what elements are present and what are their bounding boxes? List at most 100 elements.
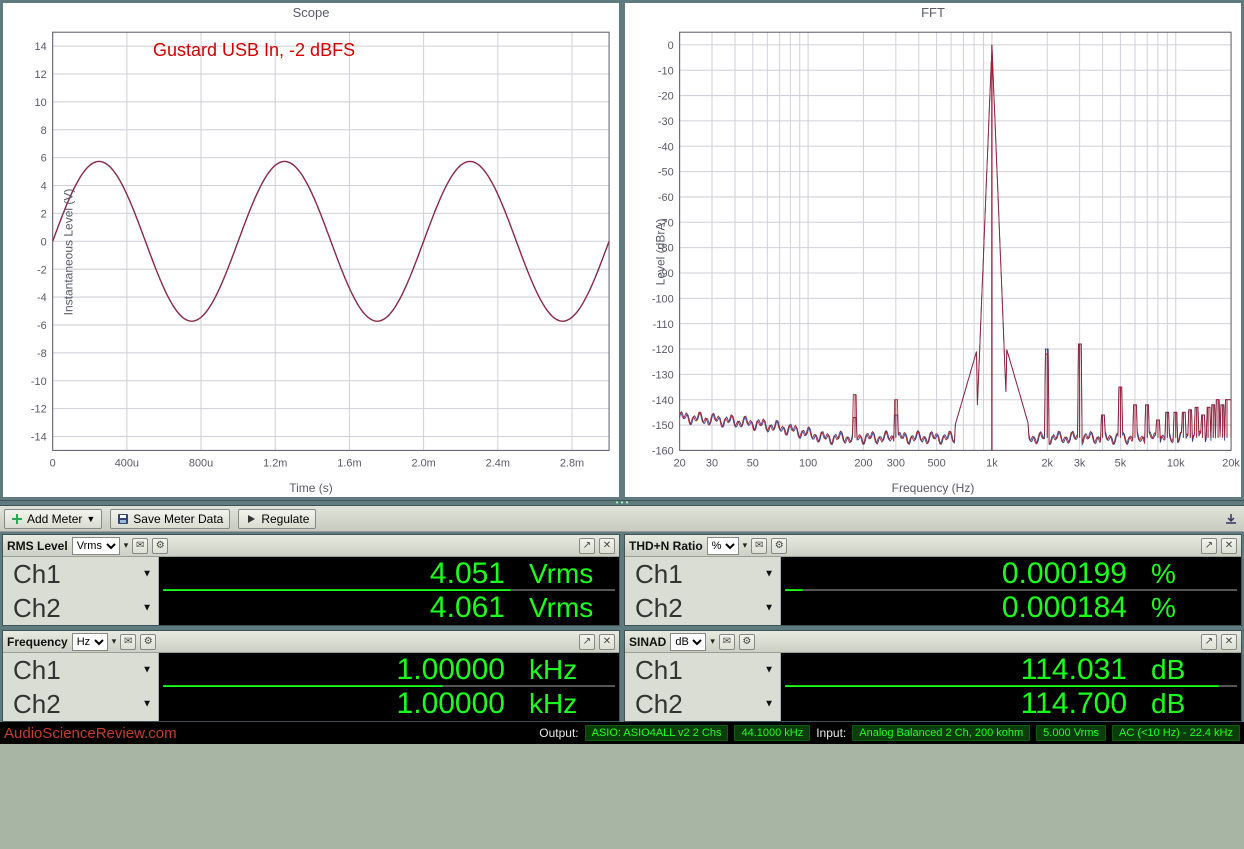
save-meter-label: Save Meter Data	[133, 512, 223, 526]
plus-icon	[11, 513, 23, 525]
scope-plot-area[interactable]: Instantaneous Level (V) Gustard USB In, …	[3, 22, 619, 481]
freq-ch2-label[interactable]: Ch2▼	[3, 687, 159, 721]
envelope-icon[interactable]: ✉	[120, 634, 136, 650]
gear-icon[interactable]: ⚙	[771, 538, 787, 554]
thdn-ch1-readout: 0.000199 %	[781, 557, 1241, 591]
svg-text:-130: -130	[652, 369, 674, 381]
sinad-title: SINAD	[629, 635, 666, 649]
svg-text:100: 100	[799, 458, 817, 470]
svg-text:20: 20	[674, 458, 686, 470]
popout-icon[interactable]: ↗	[579, 538, 595, 554]
svg-text:-6: -6	[37, 320, 47, 332]
popout-icon[interactable]: ↗	[579, 634, 595, 650]
fft-plot-area[interactable]: Level (dBrA) 0-10-20-30-40-50-60-70-80-9…	[625, 22, 1241, 481]
input-label: Input:	[816, 726, 846, 740]
rms-ch1-label[interactable]: Ch1▼	[3, 557, 159, 591]
svg-text:50: 50	[747, 458, 759, 470]
popout-icon[interactable]: ↗	[1201, 634, 1217, 650]
gear-icon[interactable]: ⚙	[140, 634, 156, 650]
rms-unit-select[interactable]: Vrms	[72, 537, 120, 555]
svg-text:400u: 400u	[115, 458, 139, 470]
thdn-ch2-label[interactable]: Ch2▼	[625, 591, 781, 625]
sinad-ch1-unit: dB	[1151, 654, 1231, 686]
add-meter-label: Add Meter	[27, 512, 82, 526]
close-icon[interactable]: ✕	[1221, 634, 1237, 650]
chevron-down-icon: ▼	[142, 665, 152, 676]
freq-ch1-readout: 1.00000 kHz	[159, 653, 619, 687]
scope-chart: -14-12-10-8-6-4-2024681012140400u800u1.2…	[3, 22, 619, 481]
chevron-down-icon: ▼	[764, 569, 774, 580]
dropdown-caret-icon[interactable]: ▾	[112, 636, 117, 647]
rms-ch1-readout: 4.051 Vrms	[159, 557, 619, 591]
freq-ch1-unit: kHz	[529, 654, 609, 686]
meter-toolbar: Add Meter ▼ Save Meter Data Regulate	[0, 506, 1244, 532]
thdn-ch2-unit: %	[1151, 592, 1231, 624]
save-meter-button[interactable]: Save Meter Data	[110, 509, 230, 529]
dropdown-caret-icon: ▼	[86, 514, 95, 524]
popout-icon[interactable]: ↗	[1201, 538, 1217, 554]
gear-icon[interactable]: ⚙	[739, 634, 755, 650]
svg-text:-100: -100	[652, 293, 674, 305]
svg-text:3k: 3k	[1074, 458, 1086, 470]
sinad-ch2-value: 114.700	[1021, 687, 1127, 721]
gear-icon[interactable]: ⚙	[152, 538, 168, 554]
scope-title: Scope	[3, 3, 619, 22]
svg-text:1k: 1k	[986, 458, 998, 470]
sinad-ch1-label[interactable]: Ch1▼	[625, 653, 781, 687]
thdn-unit-select[interactable]: %	[707, 537, 739, 555]
svg-text:-10: -10	[31, 376, 47, 388]
thdn-ch1-label[interactable]: Ch1▼	[625, 557, 781, 591]
close-icon[interactable]: ✕	[599, 634, 615, 650]
svg-text:2.8m: 2.8m	[560, 458, 584, 470]
freq-unit-select[interactable]: Hz	[72, 633, 108, 651]
input-level[interactable]: 5.000 Vrms	[1036, 725, 1106, 741]
sinad-meter: SINAD dB ▾ ✉ ⚙ ↗ ✕ Ch1▼ 114.031 dB	[624, 630, 1242, 722]
envelope-icon[interactable]: ✉	[132, 538, 148, 554]
chevron-down-icon: ▼	[142, 569, 152, 580]
scope-ylabel: Instantaneous Level (V)	[61, 188, 75, 315]
svg-text:-8: -8	[37, 348, 47, 360]
output-device[interactable]: ASIO: ASIO4ALL v2 2 Chs	[585, 725, 729, 741]
svg-text:2: 2	[41, 208, 47, 220]
sinad-ch1-value: 114.031	[1021, 653, 1127, 687]
rms-ch1-unit: Vrms	[529, 558, 609, 590]
svg-text:-120: -120	[652, 344, 674, 356]
svg-text:4: 4	[41, 181, 47, 193]
svg-text:-20: -20	[658, 91, 674, 103]
close-icon[interactable]: ✕	[599, 538, 615, 554]
add-meter-button[interactable]: Add Meter ▼	[4, 509, 102, 529]
sinad-ch1-readout: 114.031 dB	[781, 653, 1241, 687]
rms-ch2-label[interactable]: Ch2▼	[3, 591, 159, 625]
envelope-icon[interactable]: ✉	[719, 634, 735, 650]
sinad-ch2-label[interactable]: Ch2▼	[625, 687, 781, 721]
svg-text:800u: 800u	[189, 458, 213, 470]
close-icon[interactable]: ✕	[1221, 538, 1237, 554]
chevron-down-icon: ▼	[764, 699, 774, 710]
download-icon[interactable]	[1224, 512, 1238, 526]
sinad-unit-select[interactable]: dB	[670, 633, 706, 651]
output-rate[interactable]: 44.1000 kHz	[734, 725, 810, 741]
thdn-ch2-value: 0.000184	[1002, 591, 1127, 625]
status-bar: AudioScienceReview.com Output: ASIO: ASI…	[0, 722, 1244, 744]
input-bandwidth[interactable]: AC (<10 Hz) - 22.4 kHz	[1112, 725, 1240, 741]
input-device[interactable]: Analog Balanced 2 Ch, 200 kohm	[852, 725, 1030, 741]
envelope-icon[interactable]: ✉	[751, 538, 767, 554]
regulate-button[interactable]: Regulate	[238, 509, 316, 529]
thdn-ch1-value: 0.000199	[1002, 557, 1127, 591]
chevron-down-icon: ▼	[764, 665, 774, 676]
svg-text:300: 300	[887, 458, 905, 470]
thdn-ch2-readout: 0.000184 %	[781, 591, 1241, 625]
freq-ch1-label[interactable]: Ch1▼	[3, 653, 159, 687]
svg-text:10: 10	[35, 97, 47, 109]
fft-panel: FFT Level (dBrA) 0-10-20-30-40-50-60-70-…	[624, 2, 1242, 498]
dropdown-caret-icon[interactable]: ▾	[743, 540, 748, 551]
fft-ylabel: Level (dBrA)	[653, 218, 667, 285]
dropdown-caret-icon[interactable]: ▾	[124, 540, 129, 551]
chevron-down-icon: ▼	[142, 699, 152, 710]
freq-ch2-value: 1.00000	[397, 687, 505, 721]
svg-text:12: 12	[35, 69, 47, 81]
svg-text:8: 8	[41, 125, 47, 137]
dropdown-caret-icon[interactable]: ▾	[710, 636, 715, 647]
svg-text:200: 200	[854, 458, 872, 470]
rms-title: RMS Level	[7, 539, 68, 553]
